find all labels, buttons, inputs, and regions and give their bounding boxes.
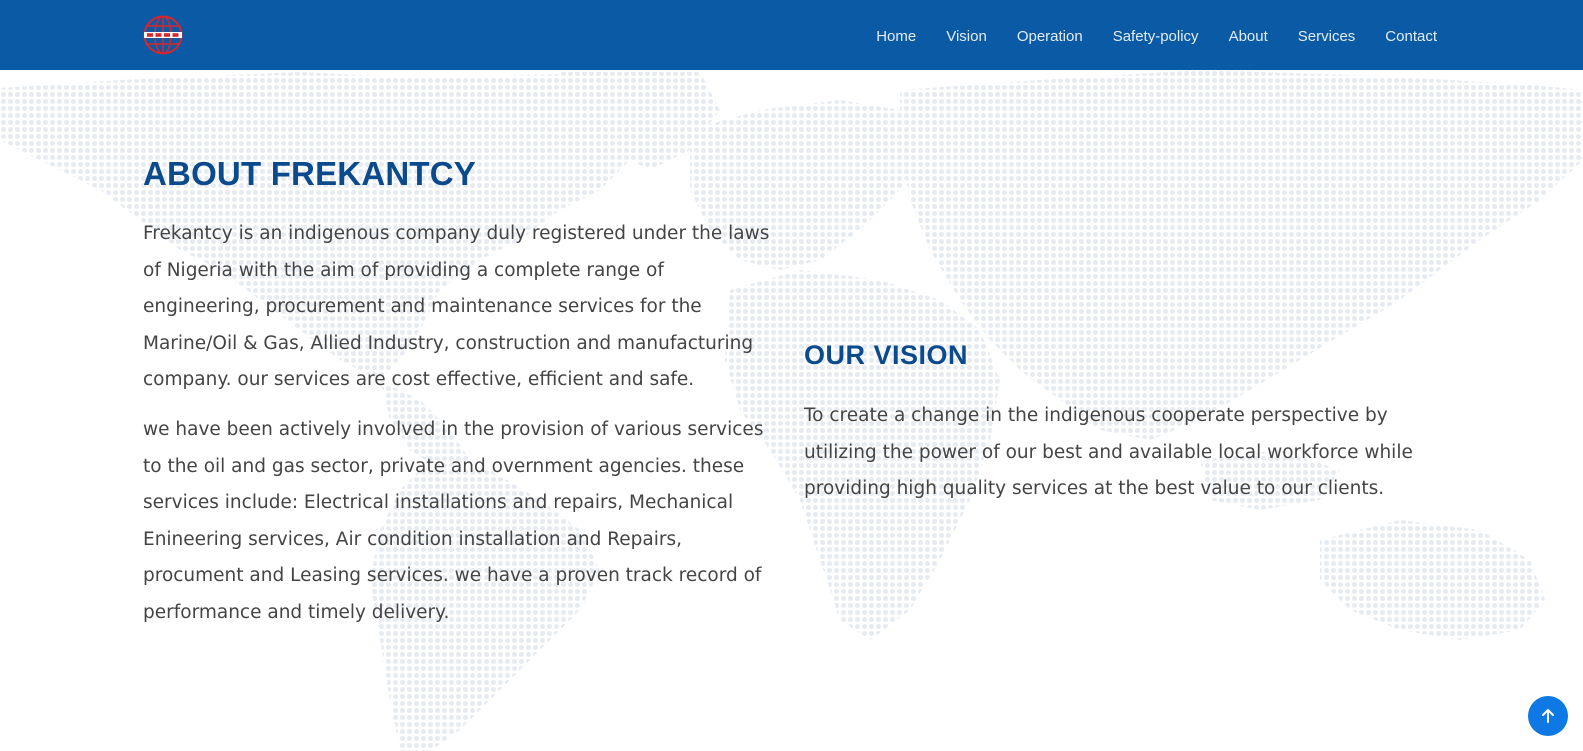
nav-link-contact[interactable]: Contact <box>1385 28 1437 45</box>
main-nav-menu: Home Vision Operation Safety-policy Abou… <box>846 0 1437 70</box>
arrow-up-icon <box>1542 709 1554 723</box>
nav-item-about: About <box>1229 26 1268 45</box>
nav-link-services[interactable]: Services <box>1298 28 1356 45</box>
back-to-top-button[interactable] <box>1528 696 1568 736</box>
nav-item-contact: Contact <box>1385 26 1437 45</box>
nav-link-about[interactable]: About <box>1229 28 1268 45</box>
nav-item-operation: Operation <box>1017 26 1083 45</box>
top-navbar: Home Vision Operation Safety-policy Abou… <box>0 0 1583 70</box>
nav-link-home[interactable]: Home <box>876 28 916 45</box>
vision-heading: OUR VISION <box>804 340 969 370</box>
about-paragraph-2: we have been actively involved in the pr… <box>143 419 764 623</box>
globe-logo-icon[interactable] <box>143 15 183 55</box>
nav-item-home: Home <box>876 26 916 45</box>
about-paragraph-1: Frekantcy is an indigenous company duly … <box>143 223 770 390</box>
main-content: ABOUT FREKANTCY Frekantcy is an indigeno… <box>0 0 1583 751</box>
nav-link-operation[interactable]: Operation <box>1017 28 1083 45</box>
nav-link-safety-policy[interactable]: Safety-policy <box>1113 28 1199 45</box>
nav-link-vision[interactable]: Vision <box>946 28 987 45</box>
nav-item-vision: Vision <box>946 26 987 45</box>
nav-item-services: Services <box>1298 26 1356 45</box>
nav-item-safety-policy: Safety-policy <box>1113 26 1199 45</box>
vision-paragraph: To create a change in the indigenous coo… <box>804 405 1413 499</box>
about-heading: ABOUT FREKANTCY <box>143 155 476 192</box>
